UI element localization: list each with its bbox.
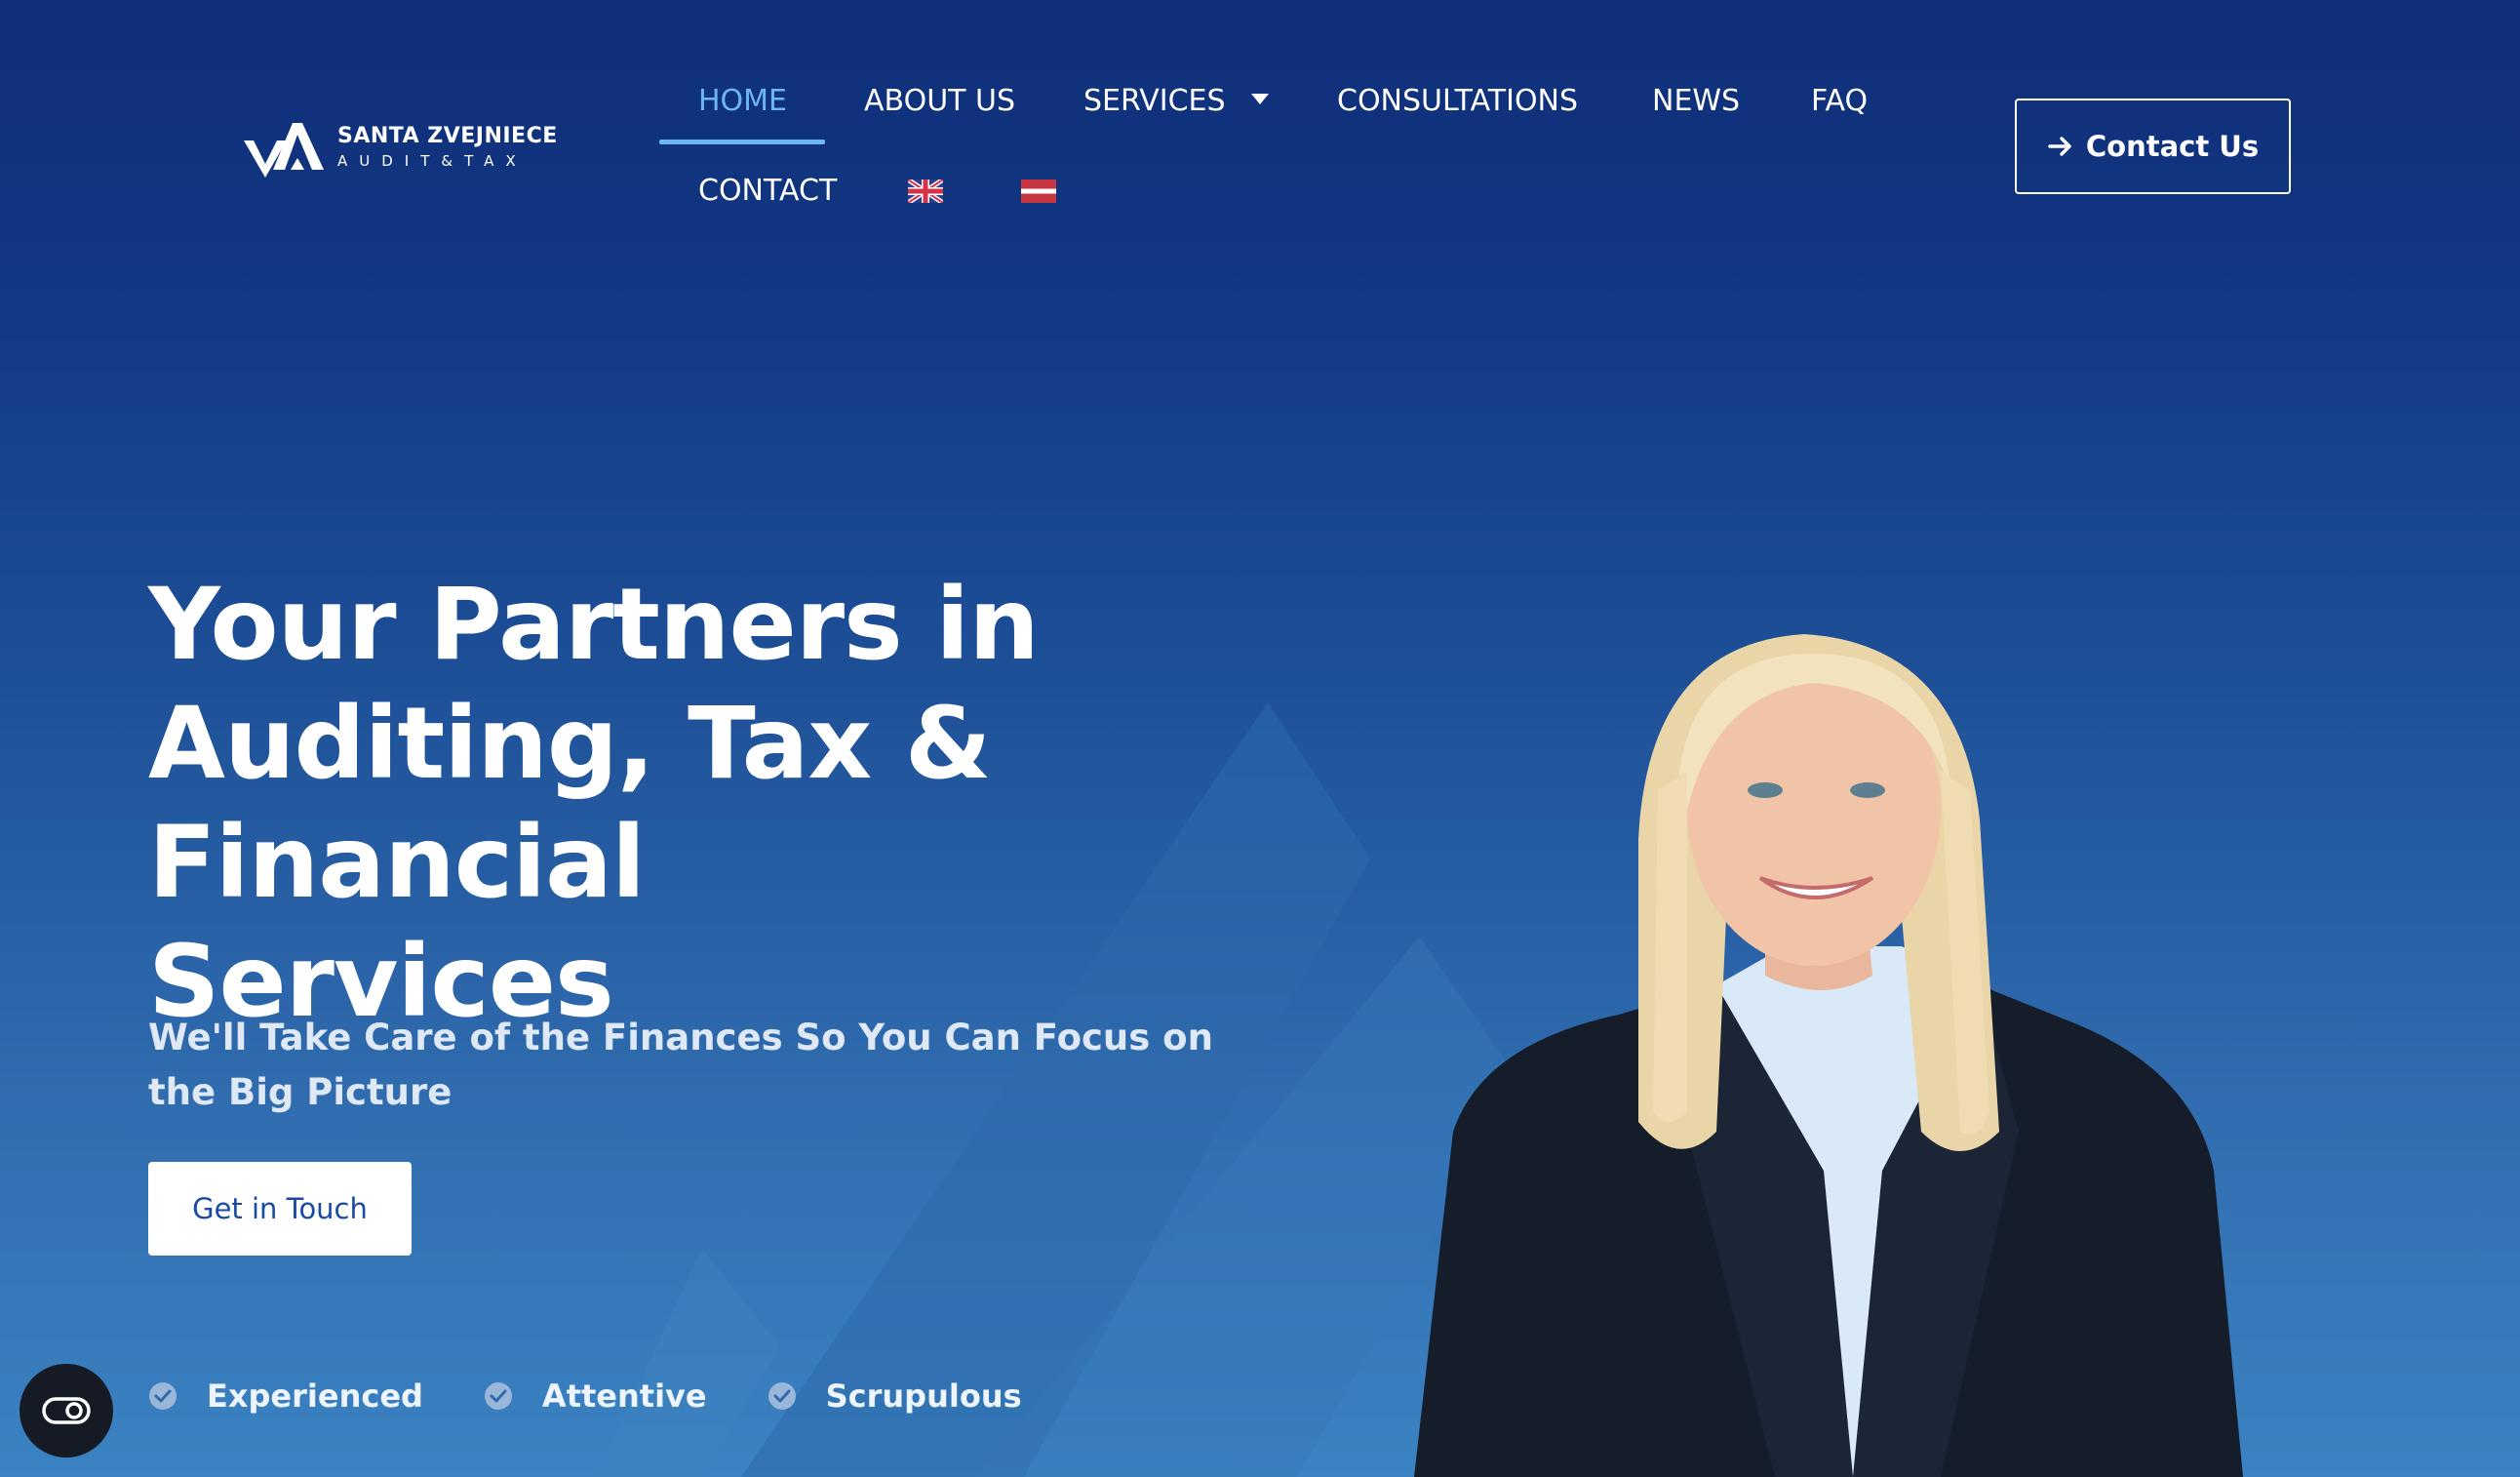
chevron-down-icon	[1250, 94, 1269, 104]
latvia-flag-icon[interactable]	[1021, 180, 1056, 203]
nav-item-services-label: SERVICES	[1083, 84, 1226, 118]
nav-item-contact[interactable]: CONTACT	[698, 174, 837, 208]
brand-tagline: AUDIT&TAX	[337, 151, 528, 170]
nav-active-indicator	[659, 140, 825, 144]
hero-subtitle: We'll Take Care of the Finances So You C…	[148, 1017, 1213, 1113]
nav-item-home[interactable]: HOME	[698, 84, 787, 118]
feature-item: Experienced	[148, 1377, 423, 1415]
check-circle-icon	[768, 1382, 796, 1410]
check-circle-icon	[149, 1382, 177, 1410]
accessibility-toggle-icon	[42, 1397, 91, 1424]
hero-portrait-image	[1414, 634, 2243, 1477]
feature-item: Scrupulous	[768, 1377, 1022, 1415]
arrow-right-icon	[2048, 137, 2071, 156]
nav-item-about-us[interactable]: ABOUT US	[864, 84, 1015, 118]
get-in-touch-button[interactable]: Get in Touch	[148, 1162, 412, 1256]
brand-name: SANTA ZVEJNIECE	[337, 123, 558, 148]
feature-list: Experienced Attentive Scrupulous	[148, 1377, 1022, 1415]
accessibility-button[interactable]	[20, 1364, 113, 1457]
nav-item-services[interactable]: SERVICES	[1083, 84, 1269, 118]
nav-item-consultations[interactable]: CONSULTATIONS	[1337, 84, 1578, 118]
contact-us-button[interactable]: Contact Us	[2015, 99, 2291, 194]
hero-title-line-1: Your Partners in	[148, 567, 1040, 683]
check-circle-icon	[484, 1382, 512, 1410]
uk-flag-icon[interactable]	[908, 180, 943, 203]
feature-item: Attentive	[484, 1377, 707, 1415]
nav-item-faq[interactable]: FAQ	[1811, 84, 1868, 118]
hero-title-line-2: Auditing, Tax & Financial	[148, 686, 992, 921]
nav-item-news[interactable]: NEWS	[1652, 84, 1740, 118]
feature-label: Scrupulous	[825, 1377, 1022, 1415]
feature-label: Attentive	[541, 1377, 707, 1415]
contact-us-label: Contact Us	[2085, 130, 2260, 163]
hero-title: Your Partners in Auditing, Tax & Financi…	[148, 566, 1319, 1042]
logo-mark-icon	[244, 123, 324, 178]
brand-logo[interactable]: SANTA ZVEJNIECE AUDIT&TAX	[244, 115, 558, 178]
feature-label: Experienced	[207, 1377, 423, 1415]
